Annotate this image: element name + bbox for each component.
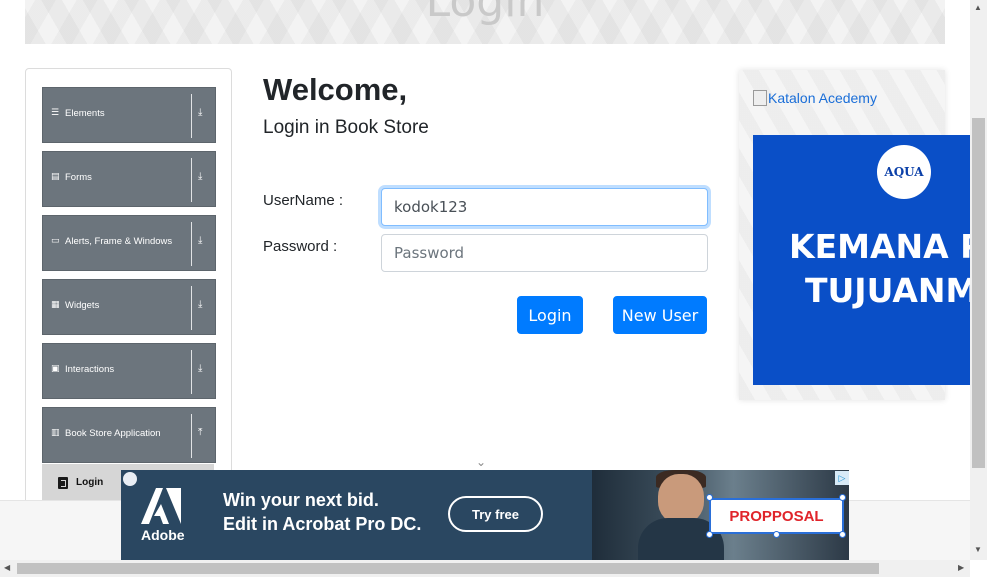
- vertical-scroll-thumb[interactable]: [972, 118, 985, 468]
- adobe-a-icon: [141, 488, 181, 524]
- scroll-right-icon[interactable]: ▶: [958, 563, 964, 572]
- adchoices-icon[interactable]: ▷: [835, 471, 849, 485]
- scroll-down-icon[interactable]: ▼: [974, 545, 983, 554]
- username-label: UserName :: [263, 192, 344, 209]
- adobe-headline1: Win your next bid.: [223, 490, 379, 510]
- sidebar-group-elements[interactable]: ☰ Elements ⤓: [42, 87, 216, 143]
- selection-handle: [839, 531, 846, 538]
- sidebar-group-label: Elements: [65, 108, 105, 119]
- aqua-headline-line1: KEMANA P: [789, 227, 970, 266]
- adobe-brand-text: Adobe: [141, 527, 185, 543]
- ad-photo: PROPPOSAL: [592, 470, 849, 560]
- shield-icon: [123, 472, 137, 486]
- try-free-button[interactable]: Try free: [448, 496, 543, 532]
- download-arrow-icon: ⤓: [198, 299, 203, 310]
- adobe-ad-banner[interactable]: Adobe Win your next bid. Edit in Acrobat…: [121, 470, 849, 560]
- adobe-headline2: Edit in Acrobat Pro DC.: [223, 514, 422, 534]
- selection-handle: [773, 531, 780, 538]
- download-arrow-icon: ⤓: [198, 171, 203, 182]
- katalon-academy-label: Katalon Acedemy: [768, 90, 877, 106]
- selection-handle: [706, 531, 713, 538]
- divider: [191, 222, 192, 266]
- person-head: [658, 474, 704, 524]
- sidebar-group-forms[interactable]: ▤ Forms ⤓: [42, 151, 216, 207]
- sidebar-group-label: Book Store Application: [65, 428, 161, 439]
- aqua-headline-line2: TUJUANM: [805, 271, 970, 310]
- vertical-scrollbar[interactable]: ▲ ▼: [970, 0, 987, 560]
- form-icon: ▤: [51, 172, 60, 182]
- login-button[interactable]: Login: [517, 296, 583, 334]
- page-title: Login: [425, 0, 545, 27]
- sidebar-item-label: Login: [76, 477, 104, 488]
- download-arrow-icon: ⤓: [198, 363, 203, 374]
- divider: [191, 350, 192, 394]
- horizontal-scroll-thumb[interactable]: [17, 563, 879, 574]
- katalon-academy-link[interactable]: Katalon Acedemy: [753, 90, 877, 106]
- hamburger-icon: ☰: [51, 108, 60, 118]
- upload-arrow-icon: ⤒: [198, 427, 203, 438]
- login-subheading: Login in Book Store: [263, 117, 429, 138]
- welcome-heading: Welcome,: [263, 72, 408, 107]
- sidebar-group-label: Forms: [65, 172, 92, 183]
- aqua-ad-banner[interactable]: AQUA KEMANA P TUJUANM: [753, 135, 970, 385]
- password-label: Password :: [263, 238, 338, 255]
- page: Login ☰ Elements ⤓ ▤ Forms ⤓ ▭ Alerts, F…: [0, 0, 987, 577]
- divider: [191, 158, 192, 202]
- divider: [191, 94, 192, 138]
- interaction-icon: ▣: [51, 364, 60, 374]
- scroll-up-icon[interactable]: ▲: [974, 3, 983, 12]
- sidebar-group-widgets[interactable]: ▦ Widgets ⤓: [42, 279, 216, 335]
- window-icon: ▭: [51, 236, 60, 246]
- sidebar-group-book-store[interactable]: ▥ Book Store Application ⤒: [42, 407, 216, 463]
- download-arrow-icon: ⤓: [198, 235, 203, 246]
- sidebar-panel: ☰ Elements ⤓ ▤ Forms ⤓ ▭ Alerts, Frame &…: [25, 68, 232, 508]
- sidebar-group-label: Interactions: [65, 364, 115, 375]
- header-banner: Login: [25, 0, 945, 44]
- aqua-logo: AQUA: [877, 145, 931, 199]
- password-input[interactable]: [381, 234, 708, 272]
- divider: [191, 286, 192, 330]
- proposal-box: PROPPOSAL: [709, 498, 844, 534]
- grid-icon: ▦: [51, 300, 60, 310]
- chevron-down-icon[interactable]: ⌄: [476, 455, 490, 469]
- broken-image-icon: [753, 90, 767, 106]
- sidebar-group-label: Alerts, Frame & Windows: [65, 236, 173, 247]
- horizontal-scrollbar[interactable]: ◀ ▶: [0, 560, 970, 577]
- sidebar-group-alerts[interactable]: ▭ Alerts, Frame & Windows ⤓: [42, 215, 216, 271]
- new-user-button[interactable]: New User: [613, 296, 707, 334]
- books-icon: ▥: [51, 428, 60, 438]
- divider: [191, 414, 192, 458]
- selection-handle: [706, 494, 713, 501]
- scroll-left-icon[interactable]: ◀: [4, 563, 10, 572]
- html5-icon: [58, 477, 68, 489]
- sidebar-group-interactions[interactable]: ▣ Interactions ⤓: [42, 343, 216, 399]
- sidebar-group-label: Widgets: [65, 300, 100, 311]
- download-arrow-icon: ⤓: [198, 107, 203, 118]
- username-input[interactable]: [381, 188, 708, 226]
- selection-handle: [839, 494, 846, 501]
